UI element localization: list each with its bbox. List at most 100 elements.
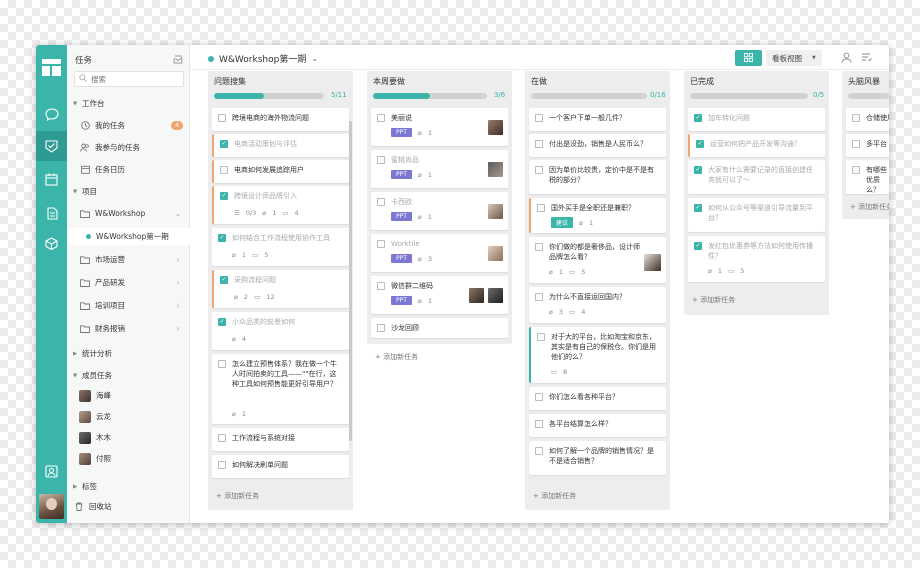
task-card[interactable]: ✓ 大家有什么需要记录的直接创建任务就可以了～	[688, 160, 825, 194]
task-checkbox[interactable]	[537, 204, 545, 212]
task-checkbox[interactable]	[535, 293, 543, 301]
task-card[interactable]: ✓ 电商活动策划与评估	[212, 134, 349, 157]
task-card[interactable]: 如何了解一个品牌的销售情况？是不是适合销售？	[529, 441, 666, 475]
task-checkbox-checked[interactable]: ✓	[694, 242, 702, 250]
task-card[interactable]: ✓ 运营如何把产品开发等沟通？	[688, 134, 825, 157]
app-logo-icon[interactable]	[42, 59, 61, 76]
task-checkbox[interactable]	[377, 198, 385, 206]
task-checkbox[interactable]	[218, 114, 226, 122]
sidebar-member-2[interactable]: 木木	[67, 429, 190, 446]
sidebar-item-project-group[interactable]: W&Workshop ⌄	[67, 205, 190, 222]
task-card[interactable]: 因为单价比较贵，定价中是不是有税的部分？	[529, 160, 666, 194]
sidebar-member-0[interactable]: 海峰	[67, 387, 190, 404]
task-card[interactable]: 如何解决刷单问题	[212, 455, 349, 478]
task-checkbox[interactable]	[535, 166, 543, 174]
section-workspace[interactable]: ▼ 工作台	[67, 95, 190, 112]
sidebar-item-folder-0[interactable]: 市场运营 ›	[67, 251, 190, 268]
task-card[interactable]: 国外买手是全职还是兼职？ 建议 ⌀ 1	[529, 198, 666, 233]
document-icon[interactable]	[43, 205, 60, 222]
sidebar-item-calendar[interactable]: 任务日历	[67, 161, 190, 178]
sidebar-item-folder-2[interactable]: 培训项目 ›	[67, 297, 190, 314]
sidebar-member-3[interactable]: 付熙	[67, 450, 190, 467]
task-checkbox-checked[interactable]: ✓	[220, 276, 228, 284]
task-checkbox[interactable]	[377, 240, 385, 248]
add-task-button[interactable]: + 添加新任务	[375, 352, 418, 362]
task-card[interactable]: ✓ 如何从公众号等渠道引导流量到平台？	[688, 198, 825, 232]
task-card[interactable]: 沙龙回顾	[371, 318, 508, 338]
sidebar-item-my-tasks[interactable]: 我的任务 4	[67, 117, 190, 134]
task-checkbox[interactable]	[535, 420, 543, 428]
task-checkbox-checked[interactable]: ✓	[218, 234, 226, 242]
task-checkbox[interactable]	[535, 393, 543, 401]
filter-icon[interactable]	[860, 51, 873, 64]
task-checkbox[interactable]	[218, 461, 226, 469]
task-card[interactable]: 微信群二维码 PPT ⌀ 1	[371, 276, 508, 314]
task-card[interactable]: 你们做的都是奢侈品，设计师品牌怎么看？ ⌀ 1 ▭ 5	[529, 237, 666, 283]
task-card[interactable]: 工作流程与系统对接	[212, 428, 349, 451]
task-checkbox[interactable]	[535, 114, 543, 122]
task-card[interactable]: ✓ 小众品类的前景如何 ⌀ 4	[212, 312, 349, 350]
task-card[interactable]: 各平台结算怎么样？	[529, 414, 666, 437]
cube-icon[interactable]	[43, 235, 60, 252]
task-card[interactable]: 蜜桃尚品 PPT ⌀ 1	[371, 150, 508, 188]
task-checkbox-checked[interactable]: ✓	[220, 192, 228, 200]
task-checkbox[interactable]	[220, 166, 228, 174]
task-checkbox[interactable]	[535, 447, 543, 455]
task-card[interactable]: 为什么不直接运回国内？ ⌀ 3 ▭ 4	[529, 287, 666, 323]
task-checkbox[interactable]	[537, 333, 545, 341]
task-card[interactable]: Worktile PPT ⌀ 3	[371, 234, 508, 272]
task-checkbox-checked[interactable]: ✓	[218, 318, 226, 326]
tasks-icon[interactable]	[36, 131, 67, 161]
task-card[interactable]: 你们怎么看各种平台？	[529, 387, 666, 410]
project-title[interactable]: W&Workshop第一期 ⌄	[208, 52, 318, 65]
add-task-button[interactable]: + 添加新任务	[533, 491, 576, 501]
task-checkbox[interactable]	[852, 140, 860, 148]
sidebar-item-folder-3[interactable]: 财务报销 ›	[67, 320, 190, 337]
task-card[interactable]: ✓ 发红包优惠券等方法如何使用传播性？ ⌀ 1 ▭ 5	[688, 236, 825, 282]
board-view-toggle[interactable]	[735, 50, 762, 66]
search-input[interactable]	[91, 74, 171, 84]
chat-icon[interactable]	[43, 106, 60, 123]
view-select[interactable]: 看板视图 ▼	[766, 50, 822, 66]
task-card[interactable]: 跨境电商的海外物流问题	[212, 108, 349, 131]
column-scrollbar[interactable]	[349, 121, 352, 441]
section-tags[interactable]: ▶ 标签	[67, 478, 190, 495]
task-checkbox-checked[interactable]: ✓	[694, 204, 702, 212]
task-checkbox-checked[interactable]: ✓	[694, 166, 702, 174]
task-card[interactable]: ✓ 采购流程问题 ⌀ 2 ▭ 12	[212, 270, 349, 308]
section-stats[interactable]: ▶ 统计分析	[67, 345, 190, 362]
task-card[interactable]: 怎么建立预售体系？我在做一个牛人时间拍卖的工具——""在行，这种工具如何预售能更…	[212, 354, 349, 424]
task-checkbox[interactable]	[377, 114, 385, 122]
task-checkbox[interactable]	[218, 434, 226, 442]
task-checkbox-checked[interactable]: ✓	[696, 140, 704, 148]
member-icon[interactable]	[840, 51, 853, 64]
task-checkbox[interactable]	[377, 156, 385, 164]
user-avatar[interactable]	[39, 494, 64, 519]
task-checkbox-checked[interactable]: ✓	[694, 114, 702, 122]
task-checkbox[interactable]	[535, 140, 543, 148]
task-card[interactable]: ✓ 跨境设计师品牌引入 ☰ 0/3 ⌀ 1 ▭ 4	[212, 186, 349, 224]
sidebar-item-current-project[interactable]: W&Workshop第一期	[67, 228, 190, 245]
task-card[interactable]: 美丽说 PPT ⌀ 1	[371, 108, 508, 146]
add-task-button[interactable]: + 添加新任务	[850, 202, 889, 212]
inbox-icon[interactable]	[173, 55, 183, 66]
calendar-icon[interactable]	[43, 171, 60, 188]
task-card[interactable]: 一个客户下单一般几件？	[529, 108, 666, 131]
task-card[interactable]: ✓ 加车转化问题	[688, 108, 825, 131]
contacts-icon[interactable]	[43, 463, 60, 480]
sidebar-item-trash[interactable]: 回收站	[67, 498, 190, 515]
task-checkbox[interactable]	[377, 282, 385, 290]
task-checkbox-checked[interactable]: ✓	[220, 140, 228, 148]
add-task-button[interactable]: + 添加新任务	[692, 295, 735, 305]
task-card[interactable]: 有哪些优质么？	[846, 160, 889, 194]
sidebar-item-folder-1[interactable]: 产品研发 ›	[67, 274, 190, 291]
section-members[interactable]: ▼ 成员任务	[67, 367, 190, 384]
sidebar-member-1[interactable]: 云龙	[67, 408, 190, 425]
sidebar-item-involved[interactable]: 我参与的任务	[67, 139, 190, 156]
task-card[interactable]: 卡西欧 PPT ⌀ 1	[371, 192, 508, 230]
task-card[interactable]: ✓ 如何结合工作流程使用协作工具 ⌀ 1 ▭ 5	[212, 228, 349, 266]
task-checkbox[interactable]	[852, 114, 860, 122]
task-card[interactable]: 对于大的平台，比如淘宝和京东，其实是有自己的保税仓。你们是用他们的么？ ▭ 8	[529, 327, 666, 383]
task-card[interactable]: 仓储使用	[846, 108, 889, 131]
task-checkbox[interactable]	[377, 324, 385, 332]
